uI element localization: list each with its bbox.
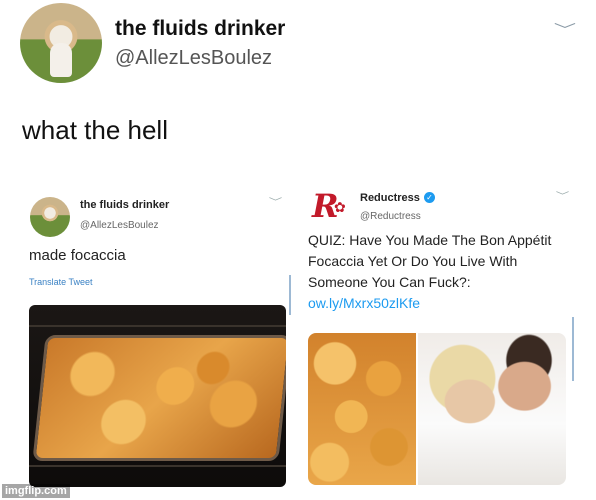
display-name[interactable]: the fluids drinker [115, 17, 285, 41]
scrollbar[interactable] [289, 275, 291, 315]
quoted-tweet-left: the fluids drinker @AllezLesBoulez ﹀ mad… [23, 175, 291, 487]
tweet-link[interactable]: ow.ly/Mxrx50zlKfe [308, 295, 420, 311]
avatar[interactable] [20, 3, 102, 83]
user-handle[interactable]: @AllezLesBoulez [115, 47, 272, 70]
verified-badge-icon: ✓ [424, 192, 435, 203]
quoted-tweet-right: R ✿ Reductress ✓ @Reductress ﹀ QUIZ: Hav… [300, 175, 578, 487]
watermark: imgflip.com [2, 484, 70, 498]
chevron-down-icon[interactable]: ﹀ [556, 189, 570, 202]
tweet-text: made focaccia [29, 247, 126, 264]
tweet-text: what the hell [22, 115, 168, 145]
display-name[interactable]: the fluids drinker [80, 199, 169, 211]
chevron-down-icon[interactable]: ﹀ [269, 195, 283, 208]
tweet-body: QUIZ: Have You Made The Bon Appétit Foca… [308, 232, 552, 290]
focaccia-closeup-photo[interactable] [308, 333, 416, 485]
user-handle[interactable]: @AllezLesBoulez [80, 220, 159, 231]
user-handle[interactable]: @Reductress [360, 211, 421, 222]
display-name[interactable]: Reductress [360, 192, 420, 204]
couple-photo[interactable] [418, 333, 566, 485]
chevron-down-icon[interactable]: ﹀ [554, 20, 576, 40]
focaccia-oven-photo[interactable] [29, 305, 286, 487]
flower-icon: ✿ [334, 199, 346, 215]
scrollbar[interactable] [572, 317, 574, 381]
tweet-text: QUIZ: Have You Made The Bon Appétit Foca… [308, 230, 570, 314]
avatar[interactable] [30, 197, 70, 237]
translate-tweet-link[interactable]: Translate Tweet [29, 277, 93, 287]
